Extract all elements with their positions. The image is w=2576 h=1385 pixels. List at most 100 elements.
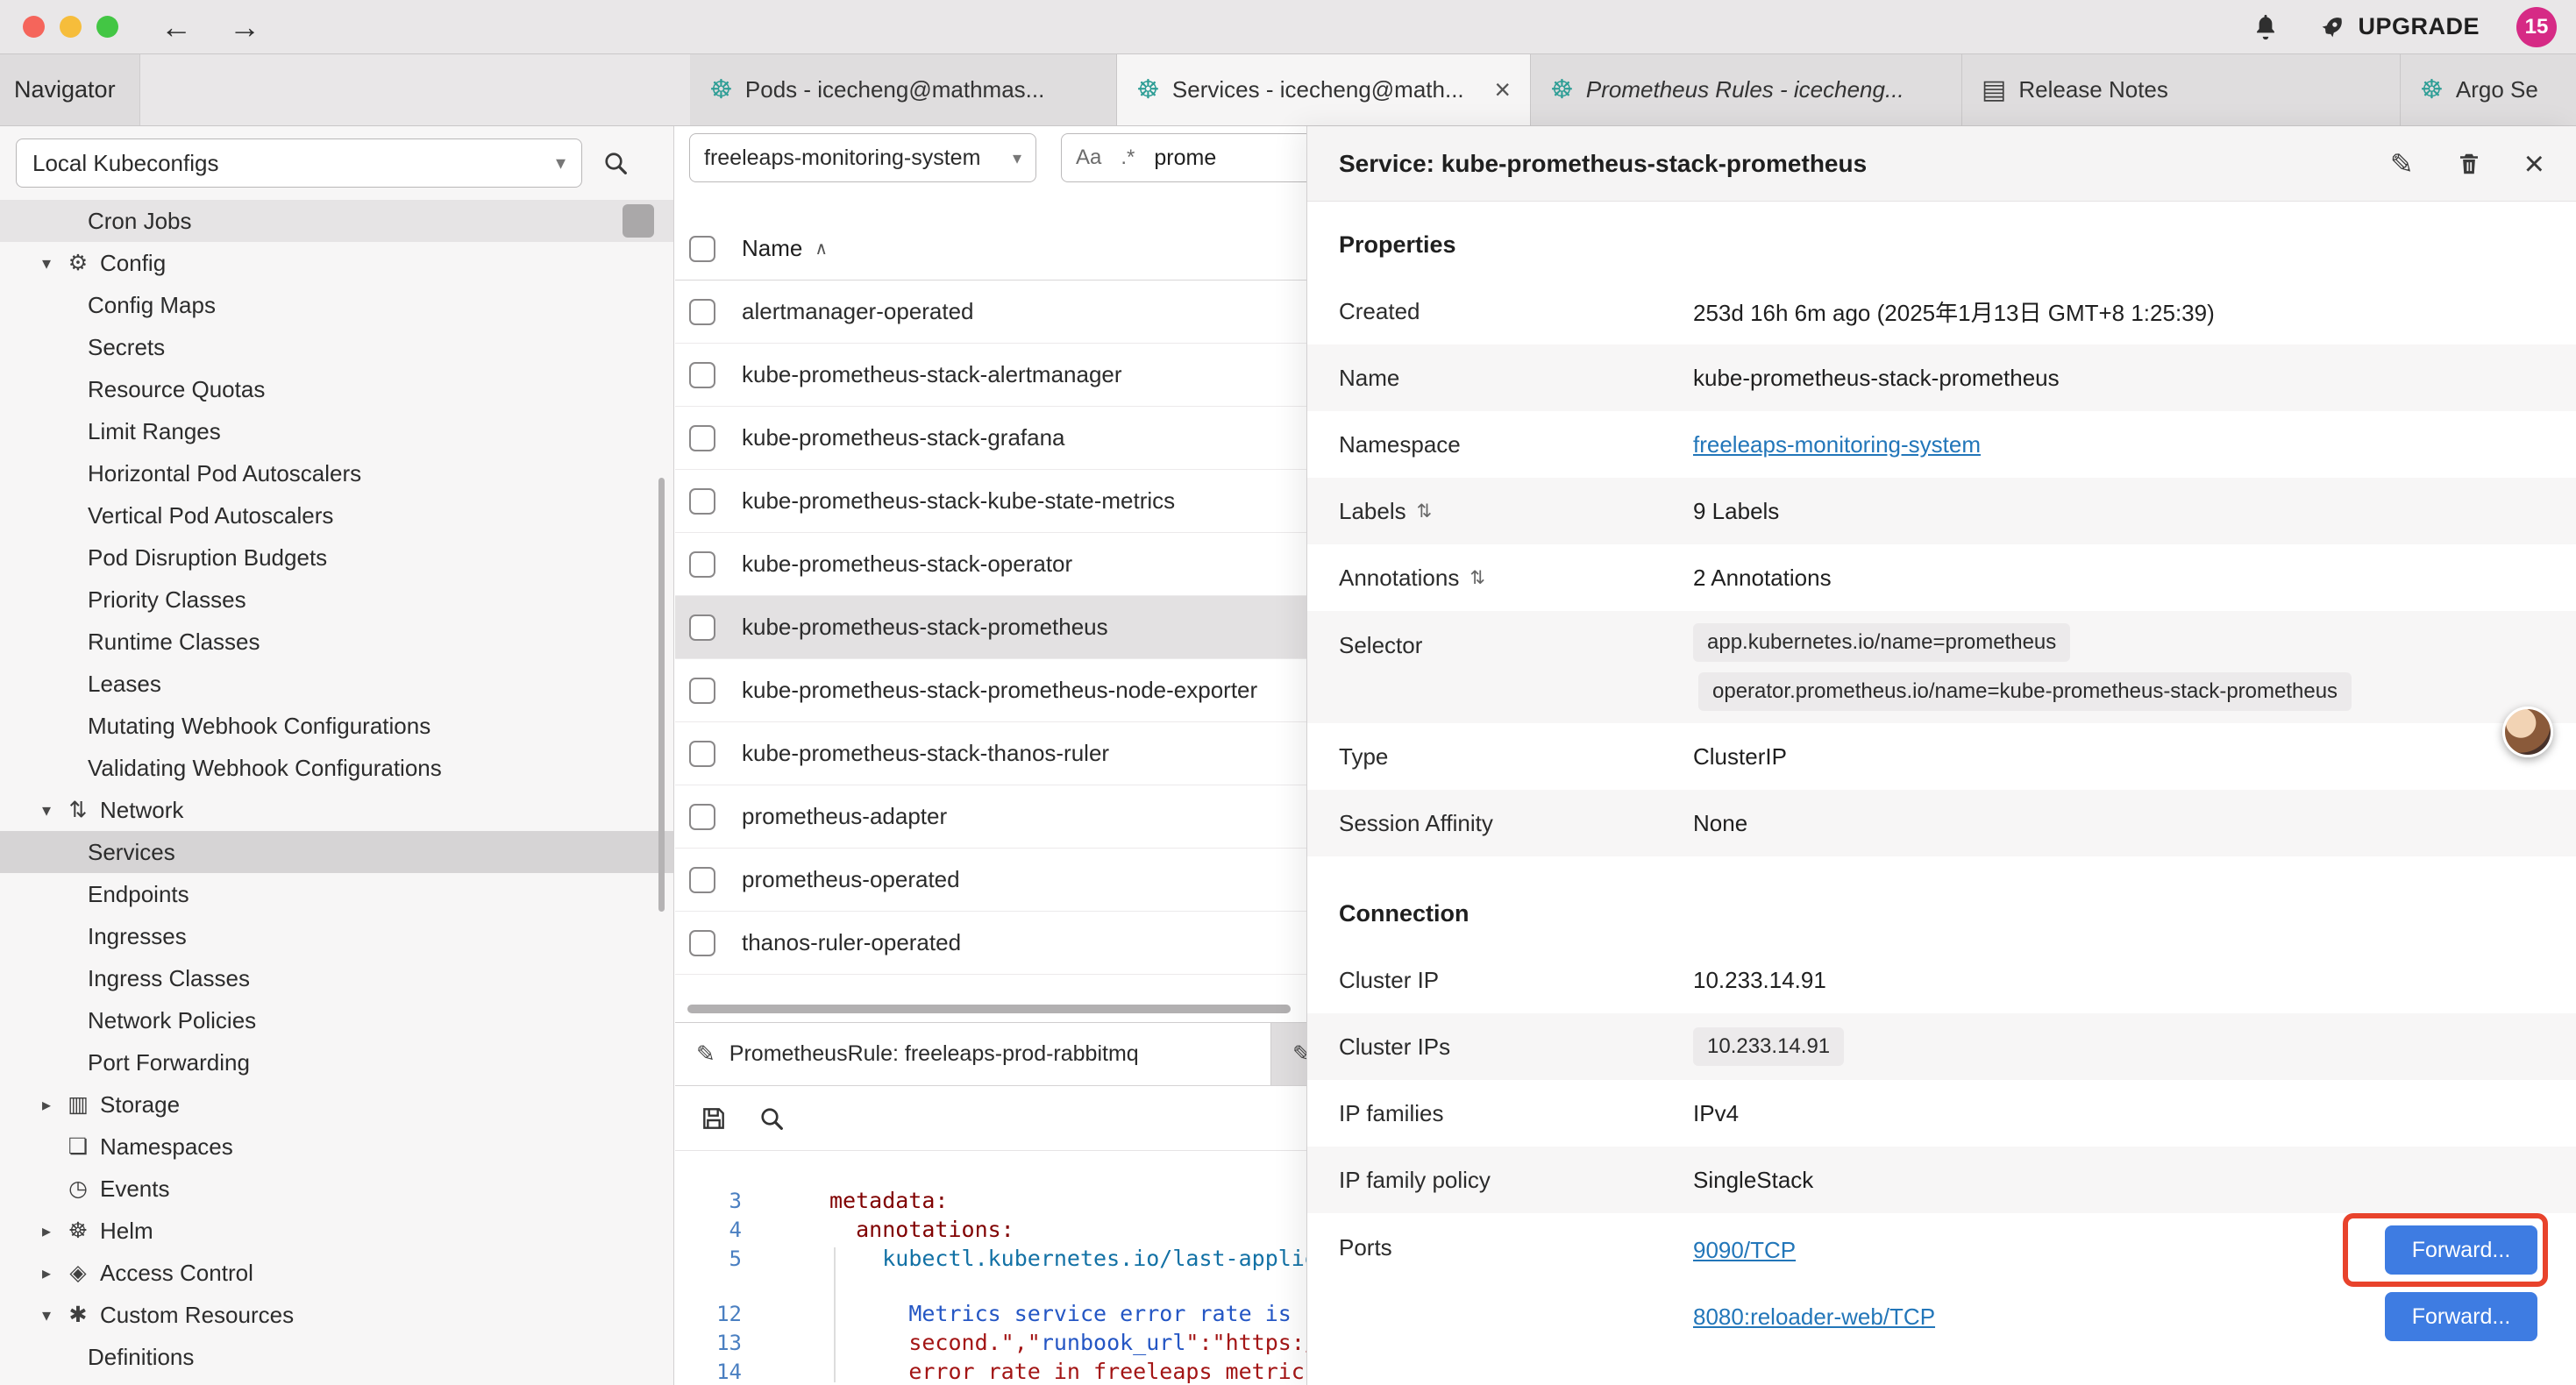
row-checkbox[interactable]	[689, 678, 715, 704]
sidebar-scrollbar-thumb[interactable]	[658, 478, 665, 912]
row-checkbox[interactable]	[689, 488, 715, 515]
sidebar-item-mutating-webhook-configurations[interactable]: Mutating Webhook Configurations	[0, 705, 673, 747]
namespace-filter-select[interactable]: freeleaps-monitoring-system ▾	[689, 133, 1036, 182]
maximize-window-button[interactable]	[96, 16, 118, 38]
sidebar-item-resource-quotas[interactable]: Resource Quotas	[0, 368, 673, 410]
row-checkbox[interactable]	[689, 551, 715, 578]
namespace-link[interactable]: freeleaps-monitoring-system	[1693, 431, 1981, 458]
sidebar-item-access-control[interactable]: ▸◈Access Control	[0, 1252, 673, 1294]
chevron-down-icon: ▾	[1013, 147, 1021, 169]
forward-button[interactable]: Forward...	[2385, 1225, 2537, 1275]
sidebar-item-storage[interactable]: ▸▥Storage	[0, 1083, 673, 1126]
sidebar-item-secrets[interactable]: Secrets	[0, 326, 673, 368]
sidebar-item-custom-resources[interactable]: ▾✱Custom Resources	[0, 1294, 673, 1336]
code-token: second.","	[908, 1330, 1041, 1355]
sidebar-item-definitions[interactable]: Definitions	[0, 1336, 673, 1378]
row-checkbox[interactable]	[689, 867, 715, 893]
sidebar-item-leases[interactable]: Leases	[0, 663, 673, 705]
sidebar-item-vertical-pod-autoscalers[interactable]: Vertical Pod Autoscalers	[0, 494, 673, 536]
row-checkbox[interactable]	[689, 741, 715, 767]
sidebar-item-helm[interactable]: ▸☸Helm	[0, 1210, 673, 1252]
editor-tab-prometheusrule-freeleaps-prod-rabbitmq[interactable]: ✎PrometheusRule: freeleaps-prod-rabbitmq	[675, 1023, 1271, 1085]
notifications-bell-icon[interactable]	[2251, 12, 2281, 42]
row-checkbox[interactable]	[689, 930, 715, 956]
chevron-right-icon[interactable]: ▸	[32, 1262, 61, 1284]
sidebar-item-label: Helm	[100, 1218, 153, 1245]
sidebar-item-services[interactable]: Services	[0, 831, 673, 873]
row-checkbox[interactable]	[689, 299, 715, 325]
delete-icon[interactable]	[2456, 150, 2482, 178]
edit-icon[interactable]: ✎	[2390, 147, 2414, 181]
chevron-down-icon[interactable]: ▾	[32, 1304, 61, 1326]
close-tab-icon[interactable]: ×	[1487, 74, 1511, 106]
sidebar-item-config-maps[interactable]: Config Maps	[0, 284, 673, 326]
row-checkbox[interactable]	[689, 614, 715, 641]
tab-argo-se[interactable]: ☸Argo Se	[2401, 54, 2576, 125]
kubeconfig-selector[interactable]: Local Kubeconfigs ▾	[16, 138, 582, 188]
sidebar-item-network[interactable]: ▾⇅Network	[0, 789, 673, 831]
port-link[interactable]: 9090/TCP	[1693, 1237, 1796, 1264]
tab-strip: Navigator ☸Pods - icecheng@mathmas...☸Se…	[0, 54, 2576, 126]
tab-pods-icecheng-mathmas[interactable]: ☸Pods - icecheng@mathmas...	[690, 54, 1117, 125]
sidebar-item-pod-disruption-budgets[interactable]: Pod Disruption Budgets	[0, 536, 673, 579]
chevron-down-icon[interactable]: ▾	[32, 252, 61, 274]
expand-toggle-icon[interactable]: ⇅	[1469, 567, 1485, 589]
sidebar-item-label: Config Maps	[88, 292, 216, 319]
pencil-icon: ✎	[696, 1041, 715, 1068]
save-icon[interactable]	[700, 1104, 728, 1133]
sidebar-item-runtime-classes[interactable]: Runtime Classes	[0, 621, 673, 663]
sidebar-item-endpoints[interactable]: Endpoints	[0, 873, 673, 915]
sidebar-item-ingresses[interactable]: Ingresses	[0, 915, 673, 957]
back-button[interactable]: ←	[160, 11, 192, 43]
property-value: freeleaps-monitoring-system	[1693, 431, 2537, 458]
sidebar-item-namespaces[interactable]: ❏Namespaces	[0, 1126, 673, 1168]
navigator-pane-label: Navigator	[0, 54, 140, 125]
upgrade-button[interactable]: UPGRADE	[2317, 12, 2480, 42]
minimize-window-button[interactable]	[60, 16, 82, 38]
sidebar-item-label: Port Forwarding	[88, 1049, 250, 1076]
chevron-right-icon[interactable]: ▸	[32, 1220, 61, 1242]
sidebar-item-events[interactable]: ◷Events	[0, 1168, 673, 1210]
user-avatar[interactable]	[2502, 707, 2553, 757]
row-checkbox[interactable]	[689, 804, 715, 830]
regex-toggle[interactable]: .*	[1121, 146, 1135, 170]
search-query-text: prome	[1154, 146, 1216, 171]
forward-button[interactable]: →	[229, 11, 260, 43]
sidebar-item-network-policies[interactable]: Network Policies	[0, 999, 673, 1041]
match-case-toggle[interactable]: Aa	[1076, 146, 1101, 170]
sidebar-item-cron-jobs[interactable]: Cron Jobs	[0, 200, 673, 242]
close-window-button[interactable]	[23, 16, 45, 38]
sidebar-item-validating-webhook-configurations[interactable]: Validating Webhook Configurations	[0, 747, 673, 789]
port-row: 9090/TCP Forward...	[1693, 1225, 2537, 1275]
chevron-right-icon[interactable]: ▸	[32, 1094, 61, 1116]
sidebar-item-priority-classes[interactable]: Priority Classes	[0, 579, 673, 621]
network-icon: ⇅	[61, 797, 95, 823]
sidebar-item-limit-ranges[interactable]: Limit Ranges	[0, 410, 673, 452]
row-checkbox[interactable]	[689, 425, 715, 451]
sidebar-search-icon[interactable]	[601, 149, 630, 177]
notification-count-badge[interactable]: 15	[2516, 7, 2557, 47]
forward-button[interactable]: Forward...	[2385, 1292, 2537, 1341]
sidebar-item-ingress-classes[interactable]: Ingress Classes	[0, 957, 673, 999]
service-name: kube-prometheus-stack-alertmanager	[742, 361, 1122, 388]
tab-label: Release Notes	[2018, 76, 2380, 103]
expand-toggle-icon[interactable]: ⇅	[1417, 501, 1433, 522]
horizontal-scrollbar-thumb[interactable]	[687, 1005, 1291, 1013]
property-value: 2 Annotations	[1693, 565, 2537, 592]
sidebar-item-port-forwarding[interactable]: Port Forwarding	[0, 1041, 673, 1083]
search-icon[interactable]	[758, 1104, 786, 1133]
tab-release-notes[interactable]: ▤Release Notes	[1962, 54, 2401, 125]
sidebar-item-config[interactable]: ▾⚙Config	[0, 242, 673, 284]
sidebar-item-horizontal-pod-autoscalers[interactable]: Horizontal Pod Autoscalers	[0, 452, 673, 494]
select-all-checkbox[interactable]	[689, 236, 715, 262]
kubernetes-icon: ☸	[2420, 75, 2444, 105]
rocket-icon	[2317, 12, 2347, 42]
port-link[interactable]: 8080:reloader-web/TCP	[1693, 1303, 1935, 1331]
tab-prometheus-rules-icecheng[interactable]: ☸Prometheus Rules - icecheng...	[1531, 54, 1962, 125]
row-checkbox[interactable]	[689, 362, 715, 388]
tab-services-icecheng-math[interactable]: ☸Services - icecheng@math...×	[1117, 54, 1531, 125]
sidebar-item-label: Network Policies	[88, 1007, 256, 1034]
close-panel-icon[interactable]: ×	[2524, 146, 2544, 181]
chevron-down-icon[interactable]: ▾	[32, 799, 61, 821]
name-column-header[interactable]: Name ∧	[742, 235, 828, 262]
